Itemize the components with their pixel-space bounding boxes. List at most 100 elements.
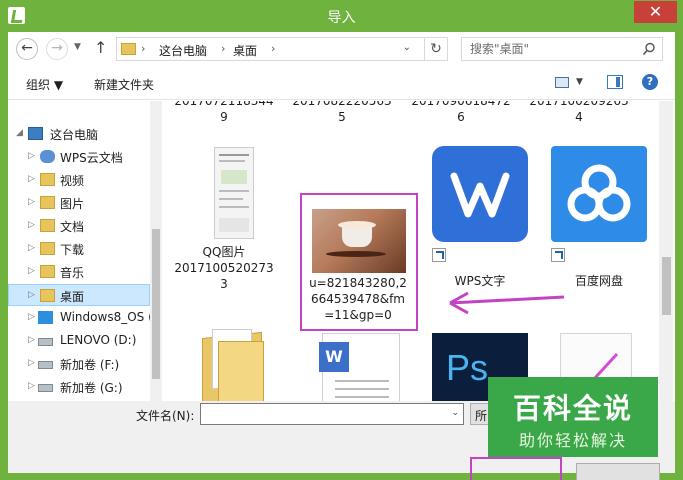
forward-button[interactable]: → xyxy=(46,38,68,60)
window-title: 导入 xyxy=(327,10,356,26)
nav-label: 下载 xyxy=(60,243,85,257)
breadcrumb-this-pc[interactable]: 这台电脑 xyxy=(159,42,207,59)
nav-label: 新加卷 (G:) xyxy=(60,381,123,395)
filename-input[interactable]: ⌄ xyxy=(200,403,464,425)
nav-item-drive-f[interactable]: ▷ 新加卷 (F:) xyxy=(8,353,150,375)
nav-item-drive-d[interactable]: ▷ LENOVO (D:) xyxy=(8,330,150,352)
file-label[interactable]: 2017082220563 5 xyxy=(288,101,396,125)
cloud-icon xyxy=(40,150,55,163)
search-input[interactable] xyxy=(462,38,632,60)
view-dropdown-icon[interactable]: ▼ xyxy=(576,77,583,87)
open-button-highlight xyxy=(470,457,562,480)
arrow-annotation-icon xyxy=(449,291,565,315)
file-label[interactable]: 百度网盘 xyxy=(545,273,653,289)
nav-label: 新加卷 (F:) xyxy=(60,358,120,372)
wps-w-icon xyxy=(450,172,510,218)
nav-item-desktop[interactable]: ▷ 桌面 xyxy=(8,284,150,306)
expand-arrow-icon[interactable]: ▷ xyxy=(28,151,35,161)
new-folder-button[interactable]: 新建文件夹 xyxy=(94,76,154,93)
drive-icon xyxy=(38,384,53,392)
expand-arrow-icon[interactable]: ▷ xyxy=(28,335,35,345)
nav-label: 桌面 xyxy=(60,290,85,304)
chevron-down-icon[interactable]: ⌄ xyxy=(451,408,459,418)
view-icon[interactable] xyxy=(555,77,569,88)
folder-thumbnail[interactable] xyxy=(202,329,266,401)
cancel-button[interactable] xyxy=(576,463,660,480)
wps-app-icon[interactable] xyxy=(432,146,528,242)
address-bar: ← → ▼ ↑ › 这台电脑 › 桌面 › ⌄ ↻ xyxy=(8,32,675,66)
nav-label: 图片 xyxy=(60,197,85,211)
file-label[interactable]: QQ图片 2017100520273 3 xyxy=(170,244,278,292)
breadcrumb-separator[interactable]: › xyxy=(221,42,225,55)
wps-document-thumbnail[interactable]: W xyxy=(319,333,400,401)
nav-item-downloads[interactable]: ▷ 下载 xyxy=(8,238,150,260)
preview-pane-icon[interactable] xyxy=(607,75,623,89)
nav-item-drive-g[interactable]: ▷ 新加卷 (G:) xyxy=(8,376,150,398)
breadcrumb-separator[interactable]: › xyxy=(271,42,275,55)
nav-item-music[interactable]: ▷ 音乐 xyxy=(8,261,150,283)
breadcrumb-desktop[interactable]: 桌面 xyxy=(233,42,257,59)
watermark-subtitle: 助你轻松解决 xyxy=(518,431,627,450)
expand-arrow-icon[interactable]: ▷ xyxy=(28,312,35,322)
drive-icon xyxy=(38,361,53,369)
file-label[interactable]: WPS文字 xyxy=(426,273,534,289)
folder-icon xyxy=(40,265,55,278)
expand-arrow-icon[interactable]: ▷ xyxy=(28,243,35,253)
import-dialog: 导入 ✕ ← → ▼ ↑ › 这台电脑 › 桌面 › ⌄ ↻ 搜索"桌面" 组织… xyxy=(0,0,683,480)
close-button[interactable]: ✕ xyxy=(634,1,677,23)
folder-icon xyxy=(121,43,136,55)
path-dropdown-icon[interactable]: ⌄ xyxy=(403,42,411,53)
nav-label: 文档 xyxy=(60,220,85,234)
folder-icon xyxy=(40,196,55,209)
file-label[interactable]: 2017090618472 6 xyxy=(407,101,515,125)
shortcut-arrow-icon xyxy=(432,248,446,262)
filename-label: 文件名(N): xyxy=(136,409,195,423)
breadcrumb-separator[interactable]: › xyxy=(141,42,145,55)
organize-menu[interactable]: 组织 ▼ xyxy=(26,76,63,93)
folder-icon xyxy=(40,242,55,255)
expand-arrow-icon[interactable]: ▷ xyxy=(28,381,35,391)
nav-label: LENOVO (D:) xyxy=(60,333,137,347)
command-bar: 组织 ▼ 新建文件夹 ▼ ? xyxy=(8,66,675,100)
folder-icon xyxy=(40,173,55,186)
expand-arrow-icon[interactable]: ▷ xyxy=(28,220,35,230)
navigation-scrollbar[interactable] xyxy=(150,101,162,401)
nav-item-documents[interactable]: ▷ 文档 xyxy=(8,215,150,237)
expand-arrow-icon[interactable]: ▷ xyxy=(28,197,35,207)
scrollbar-thumb[interactable] xyxy=(152,229,160,379)
expand-arrow-icon[interactable]: ▷ xyxy=(28,174,35,184)
expand-arrow-icon[interactable]: ▷ xyxy=(28,358,35,368)
coffee-image-thumbnail[interactable] xyxy=(312,209,406,273)
expand-arrow-icon[interactable]: ▷ xyxy=(28,266,35,276)
file-label[interactable]: 2017072118344 9 xyxy=(170,101,278,125)
nav-label: 音乐 xyxy=(60,266,85,280)
file-label[interactable]: 2017100209263 4 xyxy=(525,101,633,125)
back-button[interactable]: ← xyxy=(16,38,38,60)
path-box[interactable]: › 这台电脑 › 桌面 › ⌄ xyxy=(116,37,448,61)
expand-arrow-icon[interactable]: ▷ xyxy=(28,290,35,300)
file-thumbnail-screenshot[interactable] xyxy=(214,147,254,239)
nav-label: 视频 xyxy=(60,174,85,188)
refresh-button[interactable]: ↻ xyxy=(424,37,448,61)
expand-arrow-icon[interactable]: ◢ xyxy=(16,128,23,138)
content-scrollbar[interactable] xyxy=(659,101,673,401)
file-label[interactable]: u=821843280,2 664539478&fm =11&gp=0 xyxy=(304,275,412,323)
search-icon[interactable] xyxy=(642,42,656,56)
navigation-pane: ◢ 这台电脑 ▷ WPS云文档 ▷ 视频 ▷ 图片 ▷ 文档 ▷ 下载 ▷ 音乐… xyxy=(8,101,153,401)
drive-icon xyxy=(38,338,53,346)
nav-item-this-pc[interactable]: ◢ 这台电脑 xyxy=(8,123,150,145)
baidu-netdisk-icon[interactable] xyxy=(551,146,647,242)
title-bar[interactable]: 导入 ✕ xyxy=(0,0,683,32)
help-icon[interactable]: ? xyxy=(642,74,658,90)
watermark-title: 百科全说 xyxy=(512,392,633,425)
nav-item-drive-c[interactable]: ▷ Windows8_OS ( xyxy=(8,307,153,329)
nav-item-videos[interactable]: ▷ 视频 xyxy=(8,169,150,191)
recent-locations-button[interactable]: ▼ xyxy=(74,42,81,52)
nav-item-pictures[interactable]: ▷ 图片 xyxy=(8,192,150,214)
nav-item-wps-cloud[interactable]: ▷ WPS云文档 xyxy=(8,146,150,168)
up-button[interactable]: ↑ xyxy=(94,38,107,57)
windows-drive-icon xyxy=(38,311,53,324)
scrollbar-thumb[interactable] xyxy=(662,257,671,315)
folder-icon xyxy=(40,219,55,232)
search-box[interactable] xyxy=(461,37,663,61)
